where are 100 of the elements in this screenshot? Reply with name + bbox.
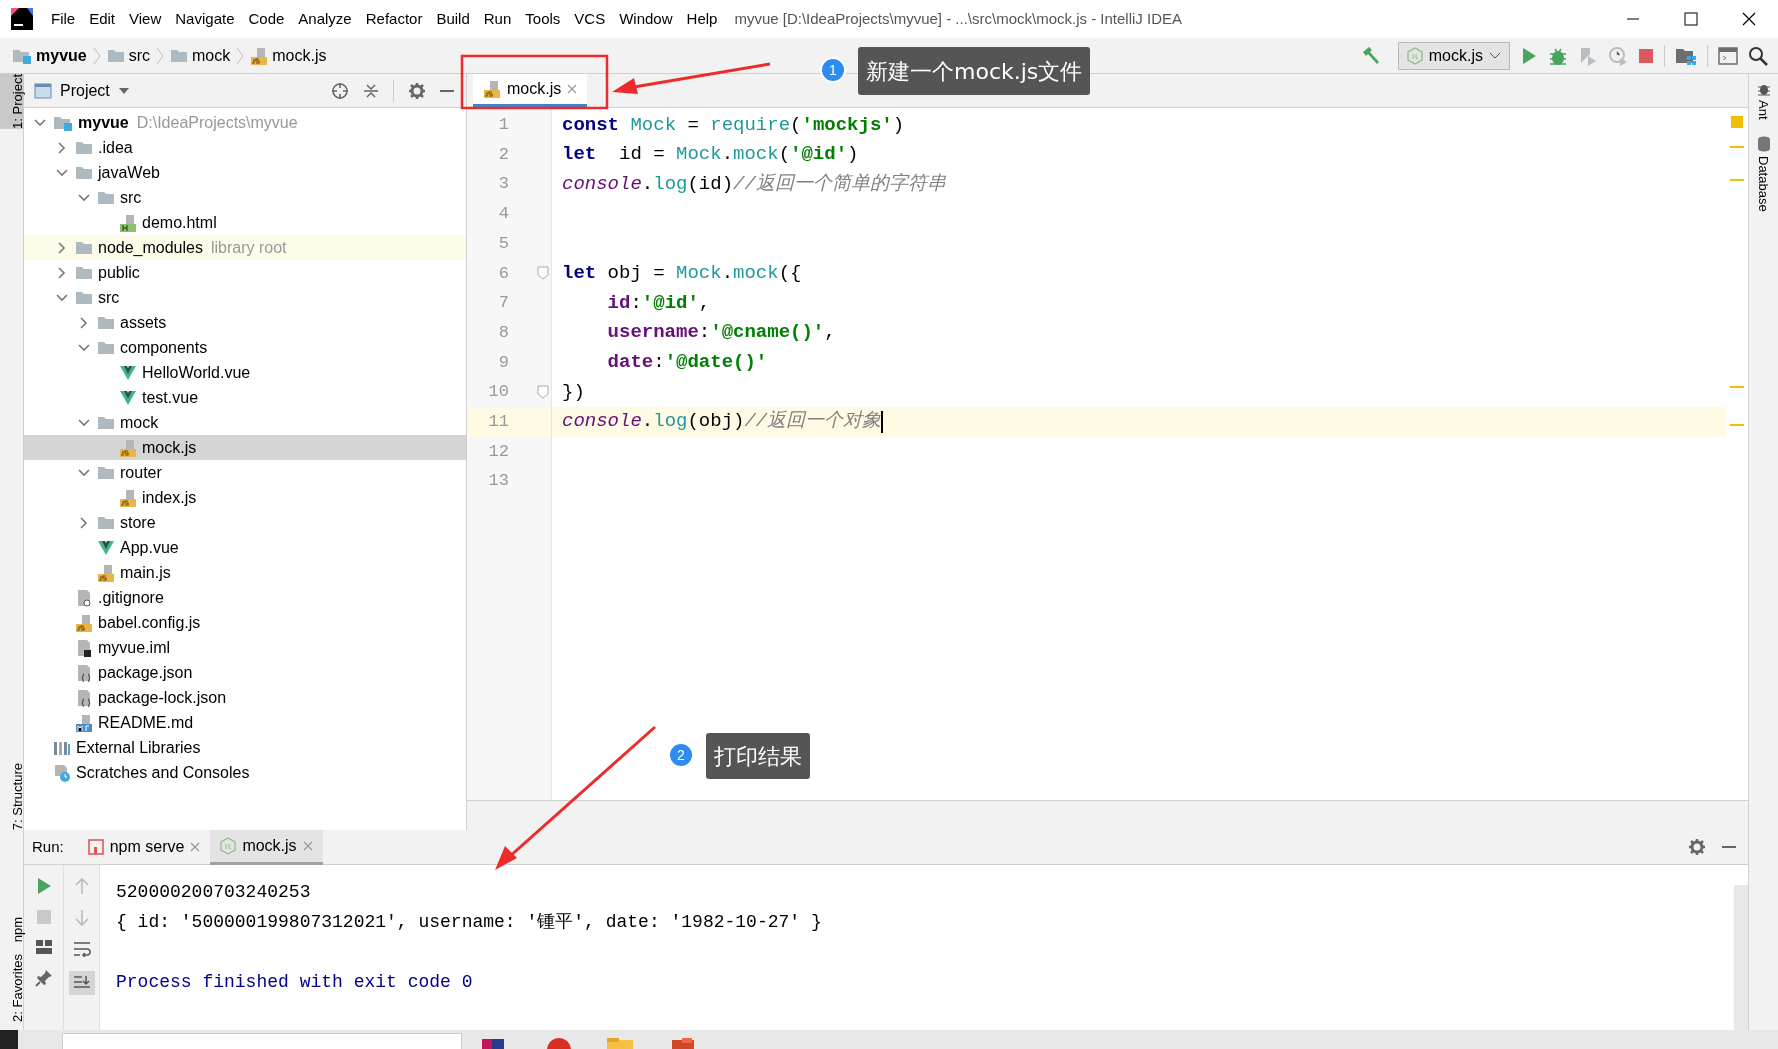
tree-item[interactable]: App.vue [24,535,466,560]
tree-item[interactable]: main.js [24,560,466,585]
minimize-panel-icon[interactable] [1722,845,1736,849]
run-icon[interactable] [1520,45,1538,66]
tree-item[interactable]: myvue D:\IdeaProjects\myvue [24,110,466,135]
code-line: let obj = Mock.mock({ [562,261,802,287]
tree-item[interactable]: package.json [24,660,466,685]
breadcrumb-item[interactable]: src [104,43,153,68]
tree-item[interactable]: mock.js [24,435,466,460]
line-number: 3 [497,173,509,196]
terminal-icon[interactable] [1718,46,1738,65]
tool-window-button[interactable]: 7: Structure [0,762,24,830]
tree-item[interactable]: .gitignore [24,585,466,610]
search-icon[interactable] [1748,45,1768,66]
menu-item[interactable]: Help [679,7,725,31]
minimize-panel-icon[interactable] [440,88,454,93]
database-icon [1756,135,1771,152]
line-number: 10 [487,381,509,404]
code-line: date:'@date()' [606,350,768,376]
code-line: }) [562,379,585,405]
folder-icon [97,314,115,331]
window-title: myvue [D:\IdeaProjects\myvue] - ...\src\mock\mock.js - IntelliJ IDEA [734,8,1182,29]
menu-item[interactable]: Analyze [291,7,359,31]
tree-item[interactable]: src [24,285,466,310]
settings-icon[interactable] [1688,838,1706,856]
tree-item[interactable]: HelloWorld.vue [24,360,466,385]
locate-icon[interactable] [331,81,349,100]
tool-window-button[interactable]: npm [0,916,24,943]
menu-item[interactable]: View [122,7,169,31]
scroll-to-end-icon[interactable] [72,975,91,991]
tree-item[interactable]: store [24,510,466,535]
tree-item[interactable]: package-lock.json [24,685,466,710]
scrollbar[interactable] [1734,885,1748,1030]
tree-item[interactable]: babel.config.js [24,610,466,635]
tool-window-button[interactable]: Ant [1753,100,1774,120]
breadcrumb-item[interactable]: mock.js [248,43,329,68]
fold-marker-icon[interactable] [537,385,549,400]
stop-icon[interactable] [1638,47,1654,64]
menu-item[interactable]: Navigate [168,7,242,31]
menu-item[interactable]: Window [612,7,680,31]
menu-item[interactable]: Build [429,7,477,31]
tree-item[interactable]: javaWeb [24,160,466,185]
tree-item[interactable]: node_modules library root [24,235,466,260]
close-icon[interactable] [1742,12,1756,26]
tree-item[interactable]: Scratches and Consoles [24,760,466,785]
breadcrumb-item[interactable]: myvue [10,43,89,68]
chevron-down-icon [1489,51,1501,60]
tool-window-button[interactable]: Database [1753,155,1774,212]
tree-item[interactable]: src [24,185,466,210]
tree-item[interactable]: test.vue [24,385,466,410]
menu-item[interactable]: Edit [82,7,123,31]
tree-item[interactable]: demo.html [24,210,466,235]
tree-item[interactable]: README.md [24,710,466,735]
run-tab[interactable]: mock.js [210,829,323,865]
tree-item[interactable]: External Libraries [24,735,466,760]
app-logo-icon [11,8,33,30]
tool-window-button[interactable]: 1: Project [0,74,24,129]
tree-item[interactable]: index.js [24,485,466,510]
folder-icon [75,264,93,281]
menu-item[interactable]: Refactor [358,7,430,31]
search-field[interactable] [62,1033,462,1049]
path-hint: D:\IdeaProjects\myvue [136,112,298,133]
tree-item[interactable]: public [24,260,466,285]
tree-item[interactable]: components [24,335,466,360]
breadcrumb-item[interactable]: mock [168,43,233,68]
menu-item[interactable]: Run [476,7,519,31]
start-button[interactable] [0,1030,18,1049]
editor-tab[interactable]: mock.js [473,74,588,107]
soft-wrap-icon[interactable] [72,941,91,957]
tree-item[interactable]: assets [24,310,466,335]
menu-item[interactable]: File [44,7,83,31]
folder-icon [97,189,115,206]
run-tab[interactable]: npm serve [77,829,211,865]
collapse-all-icon[interactable] [363,81,379,100]
menu-item[interactable]: Tools [518,7,568,31]
tree-item[interactable]: .idea [24,135,466,160]
html-file-icon [119,213,137,232]
project-view-dropdown[interactable]: Project [32,78,130,103]
tree-item[interactable]: router [24,460,466,485]
warning-marker-icon [1731,116,1743,128]
tree-item[interactable]: mock [24,410,466,435]
fold-marker-icon[interactable] [537,266,549,281]
tool-window-button[interactable]: 2: Favorites [0,954,24,1022]
maximize-icon[interactable] [1684,12,1698,26]
dropdown-icon [117,86,130,95]
presentation-app-icon[interactable] [670,1037,696,1049]
run-config-dropdown[interactable]: mock.js [1397,41,1510,70]
folder-icon [75,139,93,156]
folder-icon [97,339,115,356]
menu-item[interactable]: Code [241,7,292,31]
app-icon[interactable] [480,1037,506,1049]
layout-icon[interactable] [34,939,53,955]
browser-icon[interactable] [546,1037,572,1049]
rerun-icon[interactable] [35,877,52,895]
pin-icon[interactable] [34,969,53,987]
menu-item[interactable]: VCS [567,7,613,31]
tree-item[interactable]: myvue.iml [24,635,466,660]
folder-icon [75,239,93,256]
settings-icon[interactable] [408,81,426,100]
console-line: 520000200703240253 [116,880,311,904]
